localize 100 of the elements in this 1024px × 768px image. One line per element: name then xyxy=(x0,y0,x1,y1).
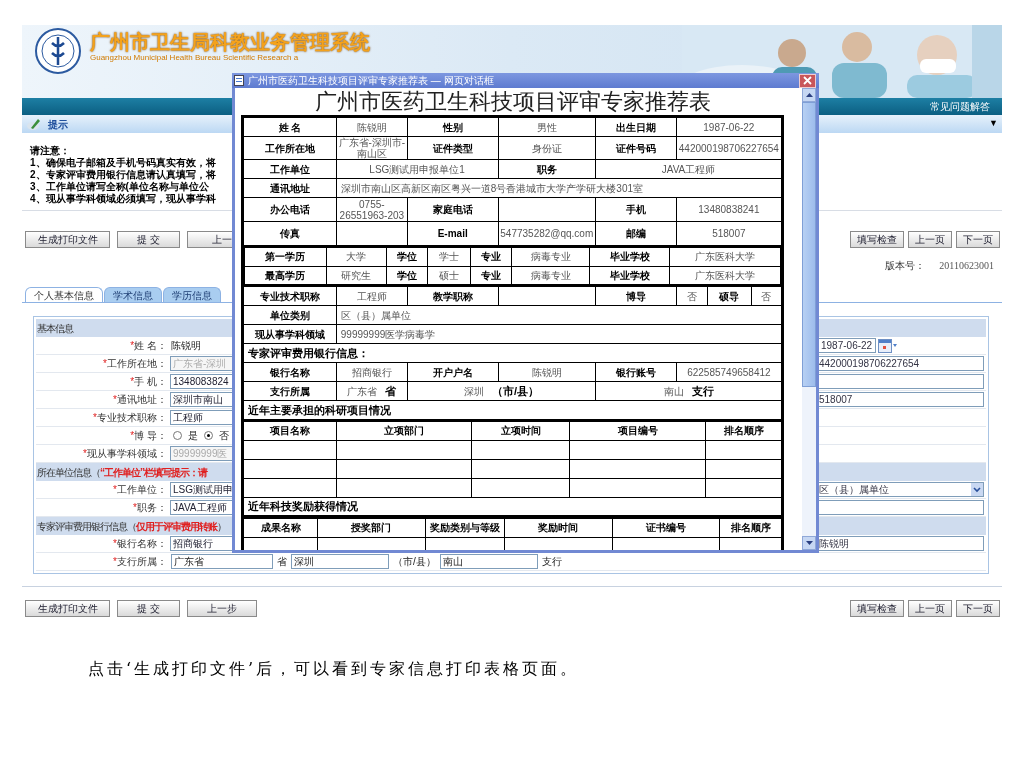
section-heading: 专家评审费用银行信息： xyxy=(243,343,782,363)
version-number: 20110623001 xyxy=(939,260,994,272)
field-value: 陈锐明 xyxy=(171,339,201,353)
emblem-logo xyxy=(34,27,82,75)
site-subtitle: Guangzhou Municipal Health Bureau Scientific Research a xyxy=(90,53,300,63)
tab[interactable]: 个人基本信息 xyxy=(25,287,103,302)
scrollbar-thumb[interactable] xyxy=(802,102,816,387)
form-button[interactable]: 填写检查 xyxy=(850,600,904,617)
form-button[interactable]: 生成打印文件 xyxy=(25,600,110,617)
input-field[interactable]: 广东省 xyxy=(171,554,273,569)
section-title: ） xyxy=(217,519,226,534)
tab[interactable]: 学术信息 xyxy=(104,287,162,302)
required-mark: * xyxy=(103,357,107,371)
input-field[interactable] xyxy=(816,374,984,389)
input-field[interactable] xyxy=(816,500,984,515)
field-value: 13480838241 xyxy=(676,197,782,222)
scroll-down-button[interactable] xyxy=(802,536,816,550)
form-button[interactable]: 下一页 xyxy=(956,231,1000,248)
field-label: （市/县） xyxy=(393,555,436,569)
field-label: 支行所属： xyxy=(117,555,167,569)
scroll-up-button[interactable] xyxy=(802,88,816,102)
form-button[interactable]: 上一页 xyxy=(908,600,952,617)
radio-label: 是 xyxy=(188,429,198,443)
form-button[interactable]: 上一页 xyxy=(908,231,952,248)
dialog-title: 广州市医药卫生科技项目评审专家推荐表 — 网页对话框 xyxy=(248,74,494,88)
input-field[interactable]: 442000198706227654 xyxy=(816,356,984,371)
field-label: 工作所在地 xyxy=(243,136,337,160)
field-label: 银行名称： xyxy=(117,537,167,551)
field-label: 通讯地址： xyxy=(117,393,167,407)
field-label: 省 xyxy=(385,384,397,397)
required-mark: * xyxy=(93,411,97,425)
field-label: 授奖部门 xyxy=(317,518,426,537)
section-title: 所在单位信息（ xyxy=(37,465,100,480)
field-value: 工程师 xyxy=(336,286,408,306)
form-button[interactable]: 填写检查 xyxy=(850,231,904,248)
field-value: 0755-26551963-203 xyxy=(336,197,408,222)
input-field[interactable]: 南山 xyxy=(439,554,538,569)
close-icon xyxy=(803,76,812,85)
field-label: 职务 xyxy=(498,159,596,179)
field-label: 办公电话 xyxy=(243,197,337,222)
field-label: 博 导： xyxy=(134,429,167,443)
field-label: 支行所属 xyxy=(243,381,337,401)
close-button[interactable] xyxy=(799,73,816,88)
faq-link[interactable]: 常见问题解答 xyxy=(930,99,990,114)
field-label: 项目编号 xyxy=(569,421,706,440)
field-value: 1987-06-22 xyxy=(676,117,782,137)
section-title: 基本信息 xyxy=(37,321,73,336)
form-button[interactable]: 下一页 xyxy=(956,600,1000,617)
field-label: 手机 xyxy=(595,197,677,222)
field-label: 现从事学科领域 xyxy=(243,324,337,344)
field-label: 家庭电话 xyxy=(407,197,498,222)
field-label: 奖励类别与等级 xyxy=(425,518,505,537)
field-label: 传真 xyxy=(243,221,337,246)
field-value: 广东省-深圳市-南山区 xyxy=(336,136,408,160)
field-label: 姓 名 xyxy=(243,117,337,137)
field-label: 博导 xyxy=(595,286,677,306)
date-field[interactable]: 1987-06-22 xyxy=(818,338,876,353)
page-icon xyxy=(234,75,244,86)
form-button[interactable]: 提 交 xyxy=(117,231,180,248)
field-label: 手 机： xyxy=(134,375,167,389)
required-mark: * xyxy=(133,501,137,515)
field-value: 深圳 xyxy=(463,385,484,397)
field-label: 立项部门 xyxy=(336,421,472,440)
section-note: 仅用于评审费用转账 xyxy=(136,519,217,534)
calendar-icon[interactable] xyxy=(878,338,898,353)
input-field[interactable]: 518007 xyxy=(816,392,984,407)
field-value: 深圳市南山区高新区南区粤兴一道8号香港城市大学产学研大楼301室 xyxy=(336,178,782,198)
collapse-toggle[interactable]: ▼ xyxy=(989,117,998,131)
required-mark: * xyxy=(130,429,135,443)
form-button[interactable]: 生成打印文件 xyxy=(25,231,110,248)
tab[interactable]: 学历信息 xyxy=(163,287,221,302)
select-field[interactable]: 区（县）属单位 xyxy=(816,482,984,497)
input-field[interactable]: 深圳 xyxy=(291,554,389,569)
radio-button[interactable] xyxy=(204,431,213,440)
scroll-down-icon xyxy=(805,541,813,545)
field-label: 专业技术职称： xyxy=(97,411,167,425)
form-button[interactable]: 提 交 xyxy=(117,600,180,617)
field-label: 职务： xyxy=(137,501,167,515)
required-mark: * xyxy=(113,483,117,497)
field-label: 立项时间 xyxy=(471,421,570,440)
field-label: 学位 xyxy=(386,247,427,266)
field-value: 南山 xyxy=(663,385,684,397)
field-value: 病毒专业 xyxy=(511,247,590,266)
radio-button[interactable] xyxy=(173,431,182,440)
field-label: 证件类型 xyxy=(407,136,498,160)
field-label: 项目名称 xyxy=(243,421,337,440)
input-field[interactable]: 陈锐明 xyxy=(816,536,984,551)
field-label: 出生日期 xyxy=(595,117,677,137)
note-text: 4、现从事学科领域必须填写，现从事学科 xyxy=(30,193,216,205)
field-label: 开户户名 xyxy=(407,362,498,382)
tip-title: 提示 xyxy=(48,117,68,132)
field-label: 姓 名： xyxy=(134,339,167,353)
field-value: 身份证 xyxy=(498,136,596,160)
field-value: 622585749658412 xyxy=(676,362,782,382)
form-button[interactable]: 上一步 xyxy=(187,600,257,617)
field-label: 性别 xyxy=(407,117,498,137)
field-label: 专业技术职称 xyxy=(243,286,337,306)
version-label: 版本号： xyxy=(885,260,926,272)
required-mark: * xyxy=(83,447,87,461)
field-label: 毕业学校 xyxy=(589,247,670,266)
